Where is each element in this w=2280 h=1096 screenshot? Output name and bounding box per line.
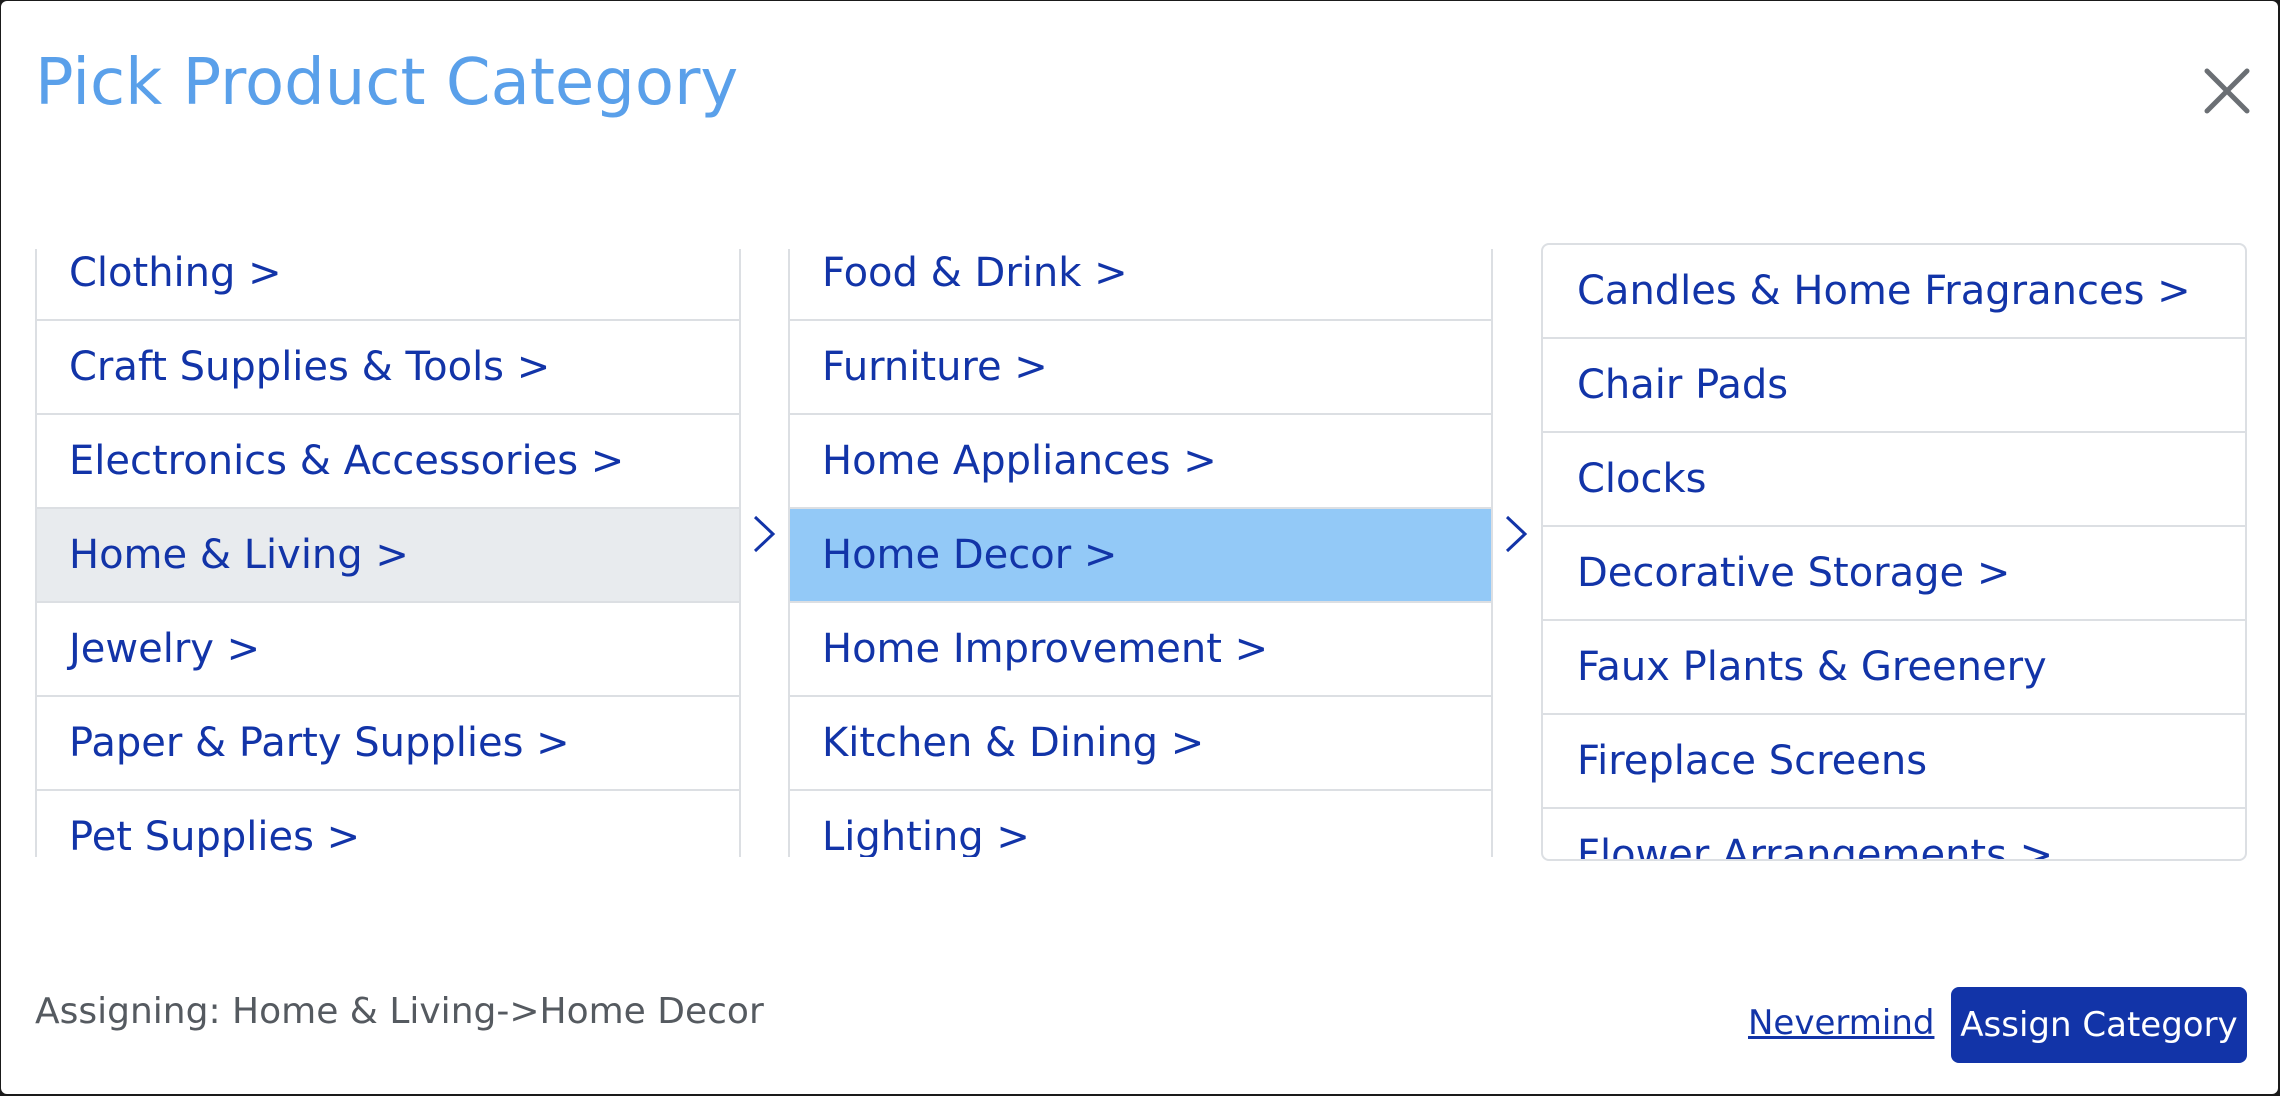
category-column-level3[interactable]: Candles & Home Fragrances > Chair Pads C… (1541, 243, 2247, 861)
category-item-flower-arrangements[interactable]: Flower Arrangements > (1543, 809, 2245, 859)
close-icon (2204, 68, 2250, 114)
category-item-pet-supplies[interactable]: Pet Supplies > (37, 791, 739, 857)
category-item-jewelry[interactable]: Jewelry > (37, 603, 739, 697)
category-item-candles[interactable]: Candles & Home Fragrances > (1543, 245, 2245, 339)
category-item-clothing[interactable]: Clothing > (37, 249, 739, 321)
category-item-home-decor[interactable]: Home Decor > (790, 509, 1491, 603)
category-item-paper-party[interactable]: Paper & Party Supplies > (37, 697, 739, 791)
assignment-status: Assigning: Home & Living->Home Decor (35, 991, 764, 1032)
category-item-craft-supplies[interactable]: Craft Supplies & Tools > (37, 321, 739, 415)
category-item-faux-plants[interactable]: Faux Plants & Greenery (1543, 621, 2245, 715)
category-column-level2[interactable]: Food & Drink > Furniture > Home Applianc… (788, 249, 1493, 857)
category-item-decorative-storage[interactable]: Decorative Storage > (1543, 527, 2245, 621)
category-item-furniture[interactable]: Furniture > (790, 321, 1491, 415)
category-item-home-living[interactable]: Home & Living > (37, 509, 739, 603)
close-button[interactable] (2187, 51, 2267, 131)
category-item-fireplace-screens[interactable]: Fireplace Screens (1543, 715, 2245, 809)
assign-category-button[interactable]: Assign Category (1951, 987, 2247, 1063)
chevron-right-icon (1505, 515, 1528, 553)
category-item-electronics[interactable]: Electronics & Accessories > (37, 415, 739, 509)
category-item-home-appliances[interactable]: Home Appliances > (790, 415, 1491, 509)
category-item-food-drink[interactable]: Food & Drink > (790, 249, 1491, 321)
category-column-level1[interactable]: Clothing > Craft Supplies & Tools > Elec… (35, 249, 741, 857)
nevermind-link[interactable]: Nevermind (1748, 1003, 1934, 1043)
dialog-title: Pick Product Category (35, 46, 739, 120)
chevron-right-icon (753, 515, 776, 553)
category-picker-dialog: Pick Product Category Clothing > Craft S… (1, 1, 2278, 1094)
category-item-clocks[interactable]: Clocks (1543, 433, 2245, 527)
category-item-lighting[interactable]: Lighting > (790, 791, 1491, 857)
category-item-chair-pads[interactable]: Chair Pads (1543, 339, 2245, 433)
category-item-kitchen-dining[interactable]: Kitchen & Dining > (790, 697, 1491, 791)
category-item-home-improvement[interactable]: Home Improvement > (790, 603, 1491, 697)
